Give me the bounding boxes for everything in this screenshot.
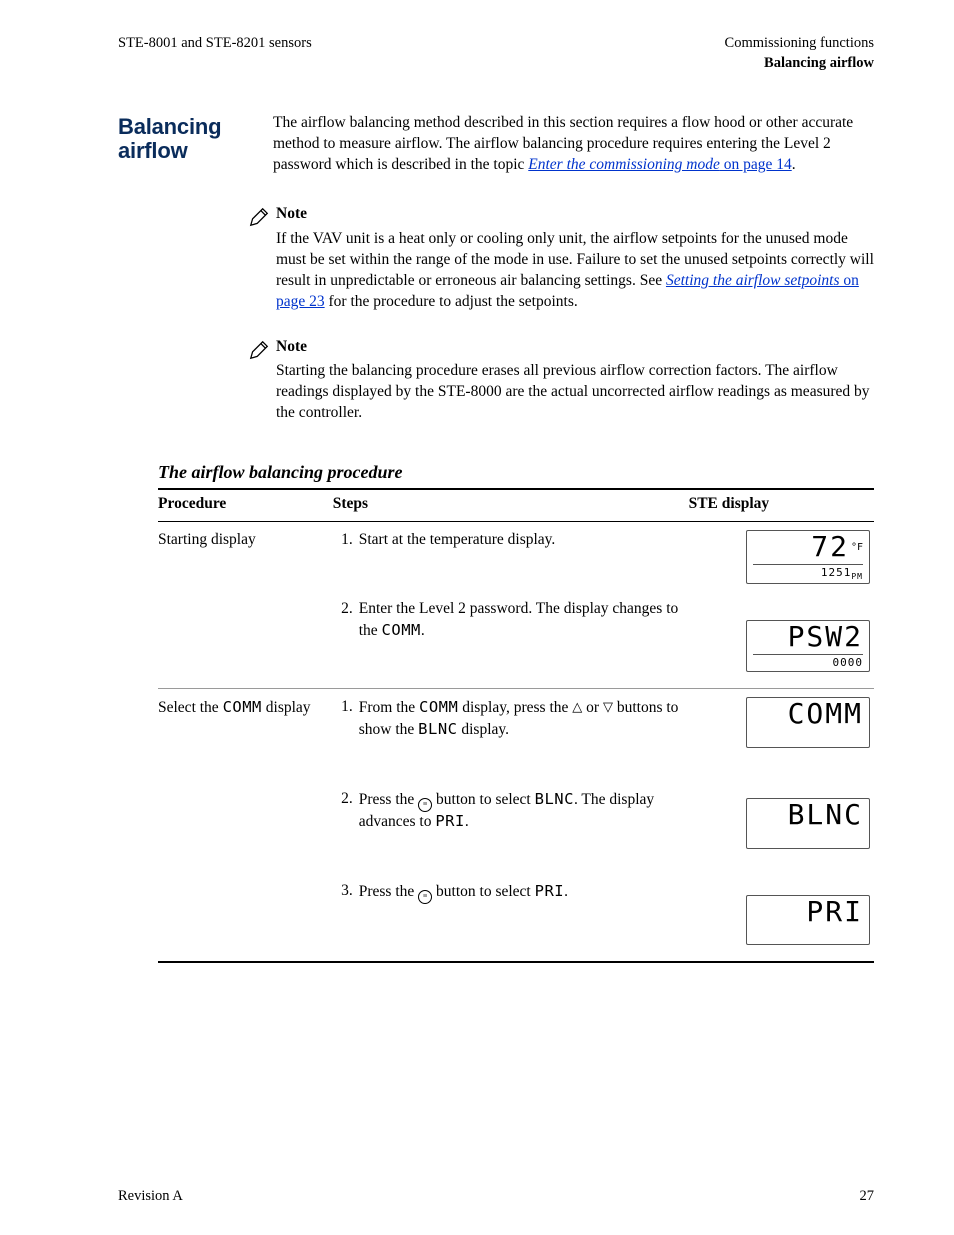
col-procedure: Procedure <box>158 489 333 521</box>
ste-display: PSW2 0000 <box>746 620 870 672</box>
step: 2. Press the ≡ button to select BLNC. Th… <box>333 789 685 833</box>
running-head-left: STE-8001 and STE-8201 sensors <box>118 34 312 73</box>
footer-page-number: 27 <box>860 1187 875 1207</box>
running-head-topic: Commissioning functions <box>725 34 874 54</box>
intro-paragraph: The airflow balancing method described i… <box>273 113 874 176</box>
triangle-down-icon: ▽ <box>603 699 613 714</box>
ste-display: 72°F 1251PM <box>746 530 870 584</box>
page-footer: Revision A 27 <box>118 1187 874 1207</box>
triangle-up-icon: △ <box>572 699 582 714</box>
footer-revision: Revision A <box>118 1187 183 1207</box>
running-head-subtopic: Balancing airflow <box>725 54 874 74</box>
ste-display: BLNC <box>746 798 870 849</box>
note-label: Note <box>276 337 874 358</box>
step: 1. From the COMM display, press the △ or… <box>333 697 685 741</box>
note-body: Starting the balancing procedure erases … <box>276 361 874 424</box>
col-display: STE display <box>689 489 874 521</box>
procedure-table: Procedure Steps STE display Starting dis… <box>158 488 874 963</box>
running-head-right: Commissioning functions Balancing airflo… <box>725 34 874 73</box>
circle-button-icon: ≡ <box>418 798 432 812</box>
note-label: Note <box>276 204 874 225</box>
link-enter-commissioning-mode[interactable]: Enter the commissioning mode on page 14 <box>528 156 791 173</box>
step: 1. Start at the temperature display. <box>333 530 685 551</box>
pencil-icon <box>248 206 270 228</box>
note-block-1: Note If the VAV unit is a heat only or c… <box>238 204 874 313</box>
circle-button-icon: ≡ <box>418 890 432 904</box>
step: 2. Enter the Level 2 password. The displ… <box>333 599 685 642</box>
note-block-2: Note Starting the balancing procedure er… <box>238 337 874 425</box>
table-caption: The airflow balancing procedure <box>158 460 874 484</box>
table-row: Select the COMM display 1. From the COMM… <box>158 689 874 963</box>
pencil-icon <box>248 339 270 361</box>
ste-display: COMM <box>746 697 870 748</box>
col-steps: Steps <box>333 489 689 521</box>
running-head: STE-8001 and STE-8201 sensors Commission… <box>118 34 874 73</box>
section-heading: Balancing airflow <box>118 115 273 163</box>
intro-text-end: . <box>792 156 796 173</box>
ste-display: PRI <box>746 895 870 946</box>
procedure-cell: Select the COMM display <box>158 689 333 963</box>
step: 3. Press the ≡ button to select PRI. <box>333 881 685 903</box>
table-row: Starting display 1. Start at the tempera… <box>158 522 874 689</box>
note-body: If the VAV unit is a heat only or coolin… <box>276 229 874 313</box>
procedure-cell: Starting display <box>158 522 333 689</box>
